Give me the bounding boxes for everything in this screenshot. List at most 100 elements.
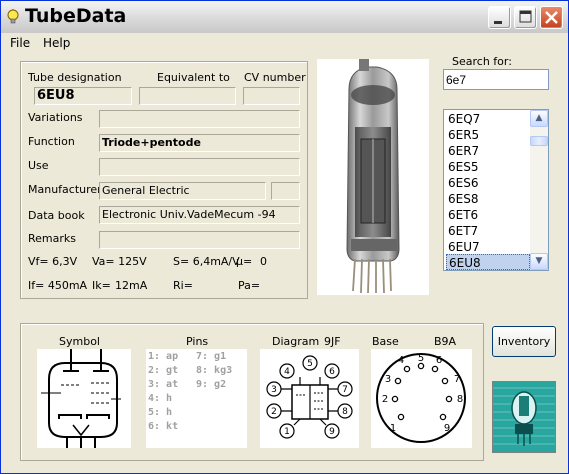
pin-entry: 1: ap	[148, 351, 179, 362]
base-pin-number: 3	[385, 374, 391, 385]
svg-text:4: 4	[284, 367, 290, 377]
pin-entry: 2: gt	[148, 365, 179, 376]
variations-label: Variations	[28, 111, 83, 124]
search-input[interactable]	[443, 69, 549, 90]
remarks-label: Remarks	[28, 232, 76, 245]
pa-label: Pa=	[238, 279, 261, 292]
base-pin-number: 8	[457, 394, 463, 405]
tube-symbol-icon	[41, 349, 121, 448]
close-icon	[545, 11, 558, 24]
mu-value: 0	[260, 255, 267, 268]
scroll-down-button[interactable]: ▼	[530, 253, 548, 270]
menu-help[interactable]: Help	[43, 36, 70, 50]
function-label: Function	[28, 135, 75, 148]
list-item[interactable]: 6ET6	[446, 207, 530, 223]
tube-list[interactable]: 6EQ7 6ER5 6ER7 6ES5 6ES6 6ES8 6ET6 6ET7 …	[443, 109, 549, 271]
if-value: If= 450mA	[28, 279, 88, 292]
list-item[interactable]: 6ER7	[446, 143, 530, 159]
base-pin-number: 2	[382, 394, 388, 405]
svg-text:3: 3	[271, 385, 277, 395]
minimize-icon	[494, 21, 502, 24]
use-label: Use	[28, 159, 49, 172]
databook-field[interactable]: Electronic Univ.VadeMecum -94	[99, 206, 300, 224]
s-value: S= 6,4mA/V	[173, 255, 240, 268]
svg-text:5: 5	[307, 359, 313, 369]
list-item[interactable]: 6ER5	[446, 127, 530, 143]
pin-entry: 9: g2	[196, 379, 227, 390]
list-item[interactable]: 6ES6	[446, 175, 530, 191]
list-item[interactable]: 6EQ7	[446, 111, 530, 127]
pins-label: Pins	[186, 335, 209, 348]
base-pin-number: 4	[398, 355, 404, 366]
use-field[interactable]	[99, 158, 300, 176]
pins-list: 1: ap 2: gt 3: at 4: h 5: h 6: kt 7: g1 …	[146, 349, 247, 448]
variations-field[interactable]	[99, 110, 300, 128]
maximize-button[interactable]	[514, 6, 537, 29]
manufacturer-field[interactable]: General Electric	[99, 182, 266, 200]
ri-label: Ri=	[173, 279, 193, 292]
base-diagram: 4 5 6 3 7 2 8 1 9	[371, 349, 472, 448]
search-label: Search for:	[452, 55, 512, 68]
equivalent-label: Equivalent to	[157, 71, 230, 84]
list-item-selected[interactable]: 6EU8	[446, 254, 530, 270]
list-item[interactable]: 6EU7	[446, 239, 530, 255]
lightbulb-icon	[7, 9, 19, 24]
chevron-down-icon: ▼	[535, 256, 543, 266]
manufacturer-label: Manufacturer	[28, 183, 102, 196]
base-code: B9A	[434, 335, 457, 348]
pin-entry: 4: h	[148, 393, 173, 404]
pin-entry: 5: h	[148, 407, 173, 418]
designation-field[interactable]: 6EU8	[34, 87, 132, 105]
base-label: Base	[372, 335, 399, 348]
app-window: TubeData File Help Tube designation Equi…	[0, 0, 569, 474]
ik-label: Ik=	[92, 279, 111, 292]
tube-photo	[317, 59, 429, 295]
vf-value: Vf= 6,3V	[28, 255, 78, 268]
tube-logo-icon	[493, 382, 555, 452]
pin-diagram: 4 5 6 3 7 2 8 1 9	[260, 349, 359, 448]
mu-label: µ=	[236, 255, 253, 268]
pin-diagram-icon: 4 5 6 3 7 2 8 1 9	[266, 355, 353, 439]
va-value: Va= 125V	[92, 255, 147, 268]
list-item[interactable]: 6ES5	[446, 159, 530, 175]
vacuum-tube-image	[346, 59, 400, 294]
window-title: TubeData	[25, 5, 127, 27]
list-item[interactable]: 6ET7	[446, 223, 530, 239]
inventory-button[interactable]: Inventory	[492, 326, 556, 357]
app-logo	[492, 381, 556, 453]
cv-field[interactable]	[243, 87, 300, 105]
title-bar[interactable]: TubeData	[1, 1, 568, 33]
designation-label: Tube designation	[28, 71, 122, 84]
pin-entry: 6: kt	[148, 421, 179, 432]
list-scrollbar[interactable]: ▲ ▼	[530, 110, 548, 270]
scroll-up-button[interactable]: ▲	[530, 110, 548, 127]
cv-label: CV number	[244, 71, 306, 84]
svg-text:2: 2	[271, 407, 277, 417]
remarks-field[interactable]	[99, 231, 300, 249]
diagram-label: Diagram	[272, 335, 320, 348]
base-pin-number: 5	[418, 353, 424, 364]
chevron-up-icon: ▲	[535, 113, 543, 123]
pin-entry: 8: kg3	[196, 365, 233, 376]
maximize-icon	[519, 10, 532, 23]
pin-entry: 7: g1	[196, 351, 227, 362]
base-pin-number: 9	[444, 423, 450, 434]
scroll-thumb[interactable]	[530, 136, 548, 146]
svg-text:9: 9	[329, 427, 335, 437]
minimize-button[interactable]	[488, 6, 511, 29]
base-diagram-icon: 4 5 6 3 7 2 8 1 9	[376, 353, 466, 443]
base-pin-number: 1	[390, 423, 396, 434]
diagram-code: 9JF	[324, 335, 341, 348]
symbol-label: Symbol	[59, 335, 100, 348]
databook-label: Data book	[28, 209, 85, 222]
pin-entry: 3: at	[148, 379, 179, 390]
list-item[interactable]: 6ES8	[446, 191, 530, 207]
menu-file[interactable]: File	[10, 36, 30, 50]
close-button[interactable]	[540, 6, 563, 29]
equivalent-field[interactable]	[139, 87, 236, 105]
menu-bar: File Help	[1, 33, 568, 53]
manufacturer-code-field[interactable]	[271, 182, 300, 200]
ik-value: 12mA	[115, 279, 148, 292]
tube-symbol	[37, 349, 131, 448]
function-field[interactable]: Triode+pentode	[99, 134, 300, 152]
